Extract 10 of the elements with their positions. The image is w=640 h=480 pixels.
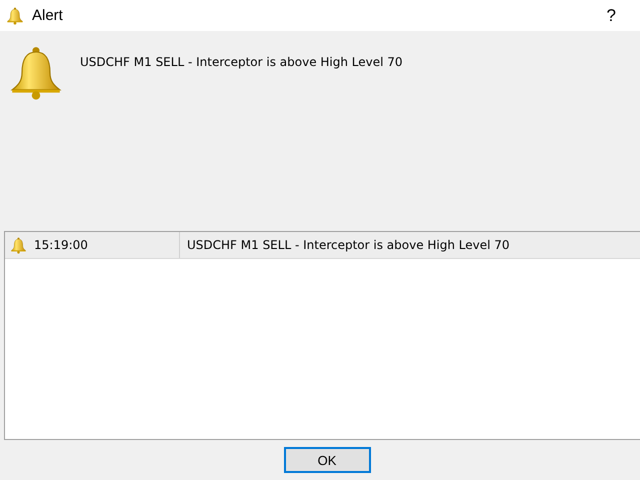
- ok-button[interactable]: OK: [284, 447, 370, 473]
- bell-icon: [8, 45, 64, 101]
- alert-row[interactable]: 15:19:00 USDCHF M1 SELL - Interceptor is above High Level 70: [5, 232, 640, 259]
- bell-icon: [6, 6, 24, 24]
- alert-time: 15:19:00: [34, 238, 88, 252]
- alert-message: USDCHF M1 SELL - Interceptor is above High Level 70: [80, 55, 403, 69]
- help-button[interactable]: ?: [604, 6, 618, 26]
- bell-icon: [10, 236, 27, 254]
- window-title: Alert: [32, 7, 63, 24]
- alert-text: USDCHF M1 SELL - Interceptor is above High Level 70: [187, 238, 510, 252]
